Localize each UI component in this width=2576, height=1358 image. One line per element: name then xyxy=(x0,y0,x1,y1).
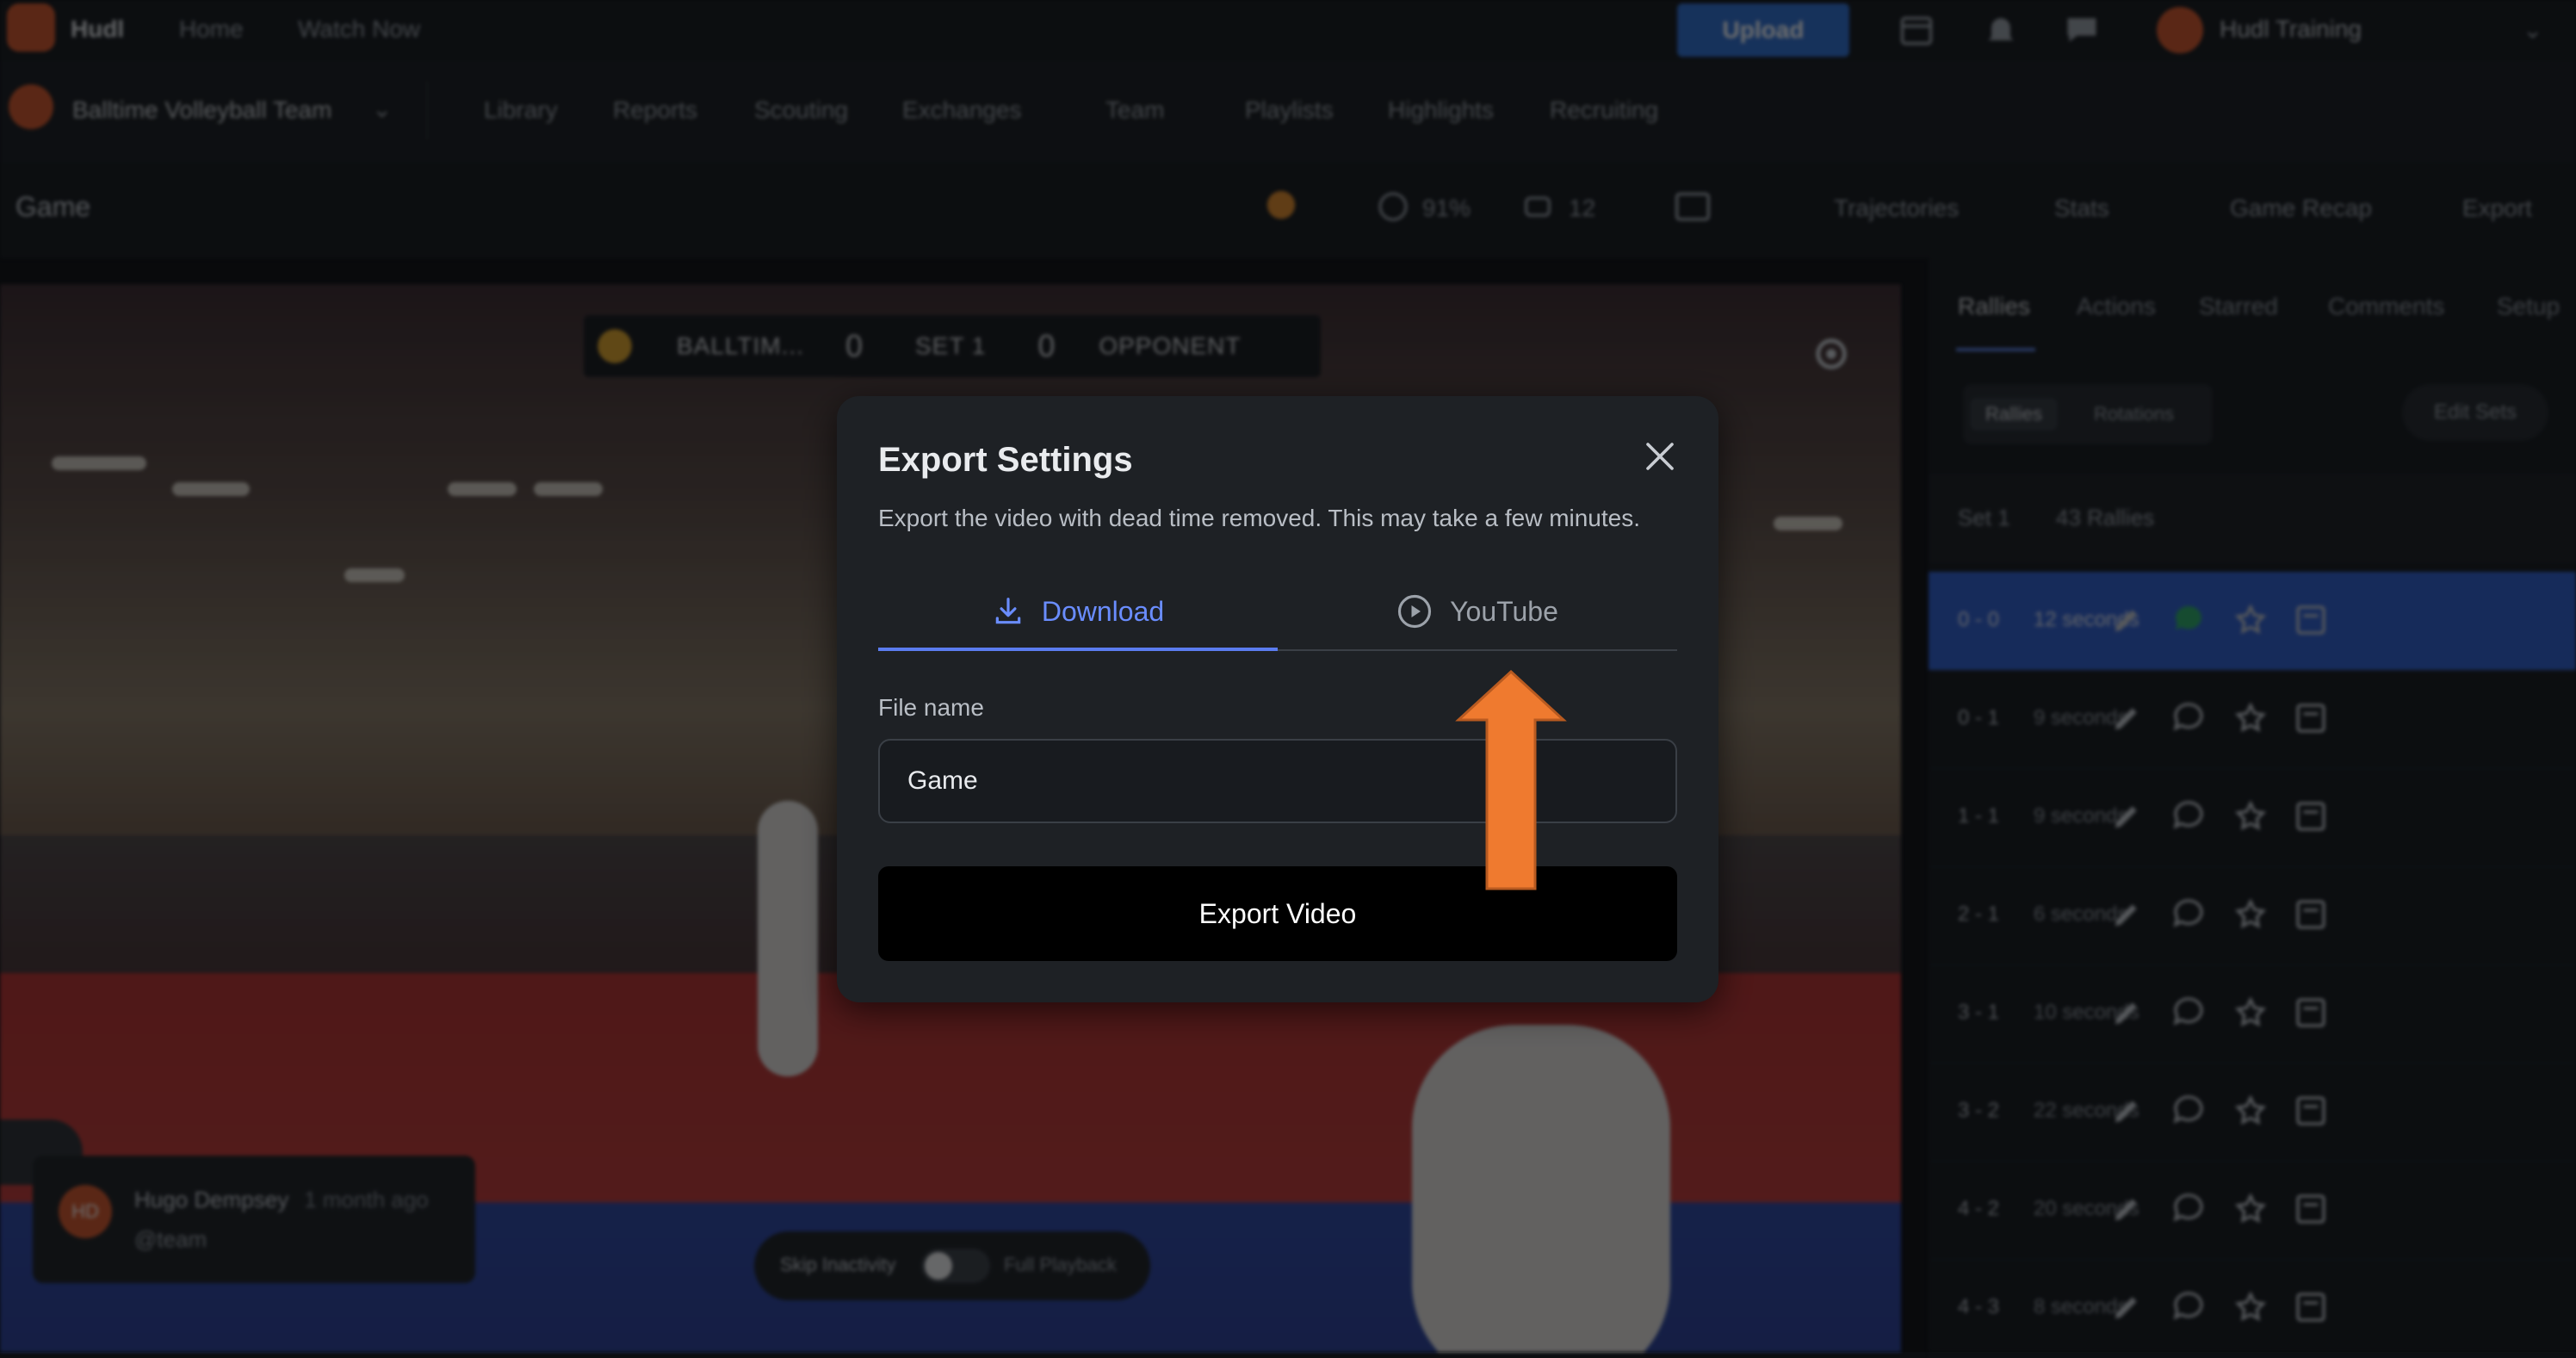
file-name-label: File name xyxy=(878,694,984,721)
export-tabs: Download YouTube xyxy=(878,574,1677,651)
tab-download[interactable]: Download xyxy=(878,574,1278,649)
play-circle-icon xyxy=(1398,594,1432,629)
modal-description: Export the video with dead time removed.… xyxy=(878,505,1641,531)
tab-youtube-label: YouTube xyxy=(1450,595,1558,627)
modal-title: Export Settings xyxy=(878,441,1133,479)
close-icon[interactable] xyxy=(1639,436,1681,477)
download-icon xyxy=(995,598,1021,624)
tab-download-label: Download xyxy=(1041,595,1165,627)
export-settings-modal: Export Settings Export the video with de… xyxy=(837,396,1718,1002)
annotation-arrow-icon xyxy=(1455,670,1567,890)
active-tab-underline xyxy=(878,648,1278,651)
tab-youtube[interactable]: YouTube xyxy=(1278,574,1677,649)
